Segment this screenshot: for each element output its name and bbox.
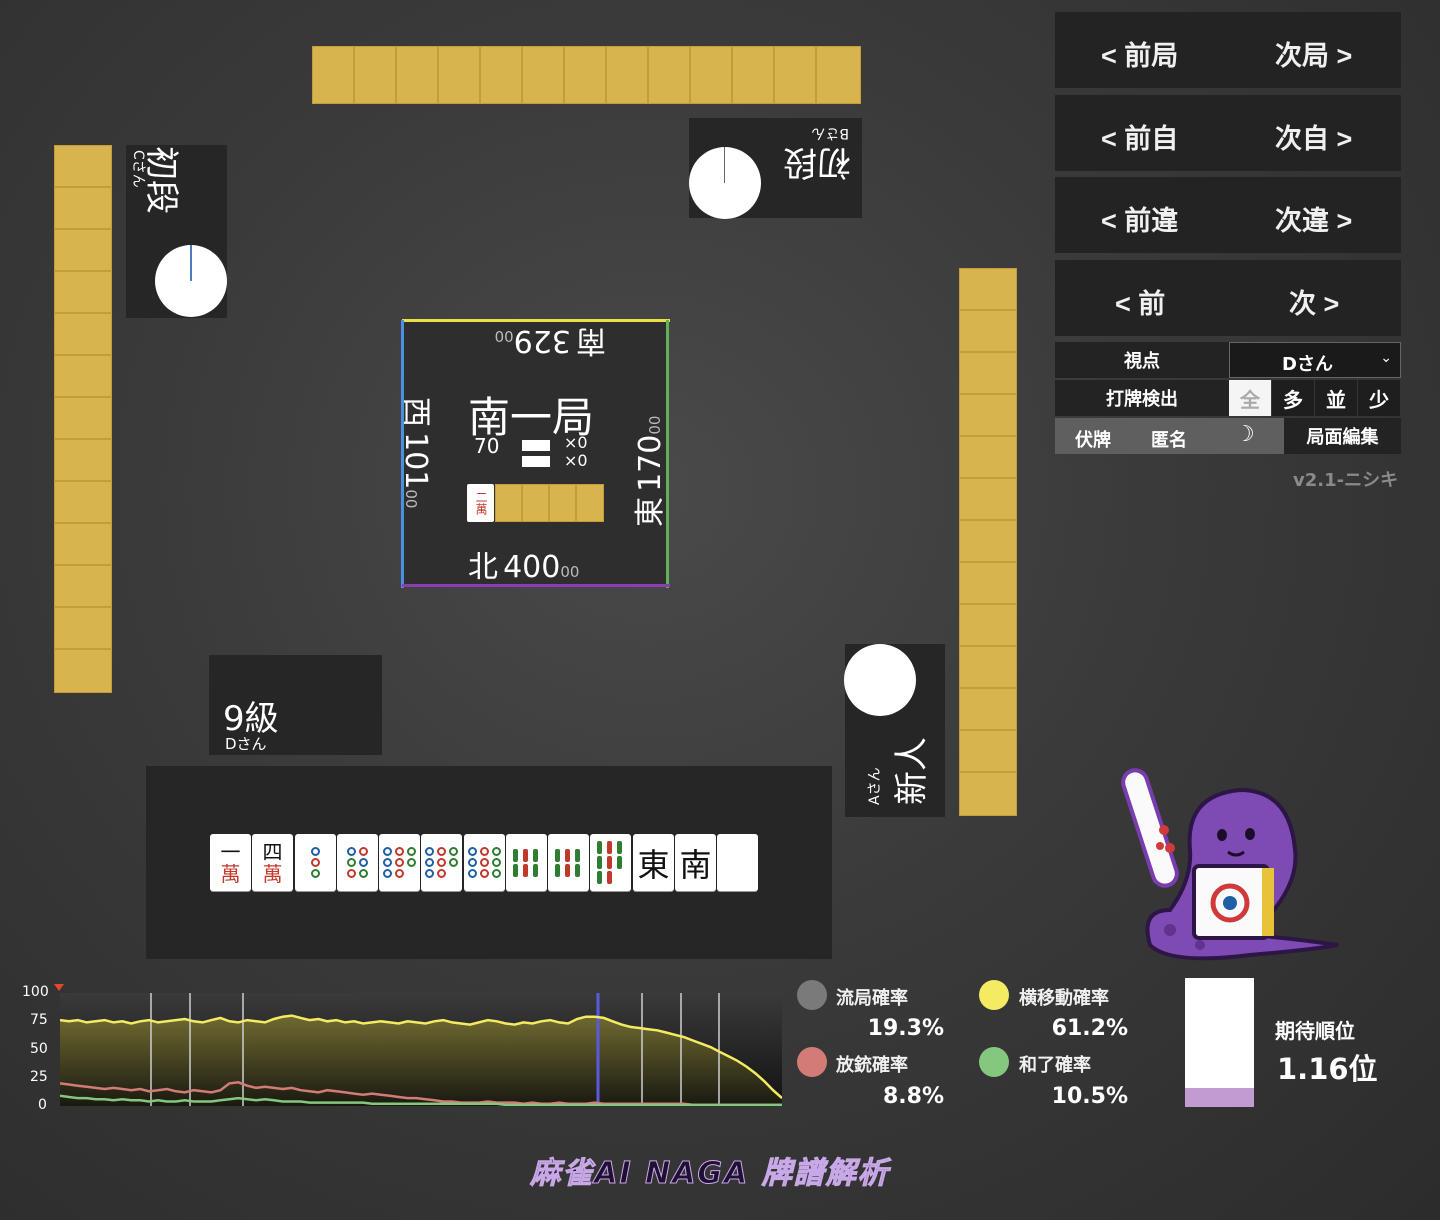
prev-self-button[interactable]: < 前自 bbox=[1101, 117, 1178, 156]
prev-round-button[interactable]: < 前局 bbox=[1101, 34, 1178, 73]
player-left-avatar bbox=[155, 245, 227, 317]
next-diff-button[interactable]: 次違 > bbox=[1275, 199, 1352, 238]
player-self-panel: 9級 Dさん bbox=[209, 655, 382, 755]
south-seat-border bbox=[402, 319, 670, 322]
y-tick-label: 25 bbox=[30, 1069, 48, 1085]
nav-round: < 前局 次局 > bbox=[1055, 12, 1401, 88]
hand-tile[interactable]: 四萬 bbox=[252, 834, 293, 891]
dead-wall-tile bbox=[495, 484, 522, 522]
round-info-panel: 南 32900 西 10100 東 17000 北 40000 南一局 70 ×… bbox=[398, 320, 668, 586]
toggle-row: 伏牌 匿名 ☽ 局面編集 bbox=[1055, 418, 1401, 454]
player-top-rank: 初段 bbox=[783, 142, 851, 182]
honba-count: 70 bbox=[474, 434, 500, 458]
detect-option-normal[interactable]: 並 bbox=[1315, 380, 1357, 416]
score-south: 南 32900 bbox=[494, 323, 606, 358]
y-tick-label: 100 bbox=[22, 984, 49, 1000]
north-seat-border bbox=[402, 584, 670, 587]
player-left-name: Cさん bbox=[130, 150, 146, 188]
detect-option-all[interactable]: 全 bbox=[1229, 380, 1271, 416]
y-tick-label: 50 bbox=[30, 1041, 48, 1057]
player-right-name: Aさん bbox=[867, 767, 883, 805]
player-top-avatar bbox=[689, 147, 761, 219]
next-button[interactable]: 次 > bbox=[1289, 282, 1339, 321]
viewpoint-label: 視点 bbox=[1055, 342, 1229, 378]
prev-button[interactable]: < 前 bbox=[1115, 282, 1165, 321]
expected-rank-bar bbox=[1185, 978, 1254, 1107]
score-west: 西 10100 bbox=[398, 397, 433, 509]
next-self-button[interactable]: 次自 > bbox=[1275, 117, 1352, 156]
anonymous-toggle[interactable]: 匿名 bbox=[1151, 426, 1187, 452]
houju-dot bbox=[797, 1047, 827, 1077]
score-east: 東 17000 bbox=[633, 415, 668, 527]
y-tick-label: 75 bbox=[30, 1012, 48, 1028]
hand-tile[interactable] bbox=[548, 834, 589, 891]
player-self-name: Dさん bbox=[225, 735, 267, 753]
hand-tile[interactable] bbox=[464, 834, 505, 891]
y-tick-label: 0 bbox=[38, 1097, 47, 1113]
next-round-button[interactable]: 次局 > bbox=[1275, 34, 1352, 73]
player-right-rank: 新人 bbox=[892, 737, 932, 805]
player-left-panel: 初段 Cさん bbox=[126, 145, 227, 318]
detect-label: 打牌検出 bbox=[1055, 380, 1229, 416]
detect-row: 打牌検出 全 多 並 少 bbox=[1055, 380, 1401, 416]
yoko-dot bbox=[979, 980, 1009, 1010]
hora-value: 10.5% bbox=[1051, 1084, 1128, 1109]
edit-board-button[interactable]: 局面編集 bbox=[1284, 418, 1401, 454]
yoko-value: 61.2% bbox=[1051, 1016, 1128, 1041]
yoko-label: 横移動確率 bbox=[1019, 988, 1109, 1009]
dead-wall-tile bbox=[522, 484, 549, 522]
hand-tile[interactable]: 一萬 bbox=[210, 834, 251, 891]
expected-rank-label: 期待順位 bbox=[1275, 1019, 1355, 1043]
viewpoint-row: 視点 Dさん ⌄ bbox=[1055, 342, 1401, 378]
chevron-down-icon: ⌄ bbox=[1380, 350, 1392, 366]
ryukyoku-value: 19.3% bbox=[867, 1016, 944, 1041]
dead-wall-tile bbox=[576, 484, 604, 522]
viewpoint-value: Dさん bbox=[1282, 354, 1333, 375]
viewpoint-select[interactable]: Dさん ⌄ bbox=[1229, 342, 1401, 378]
hand-tile[interactable]: 東 bbox=[633, 834, 674, 891]
player-top-panel: Bさん 初段 bbox=[689, 118, 862, 219]
version-label: v2.1-ニシキ bbox=[1293, 470, 1399, 491]
dora-indicator-tile: 二萬 bbox=[467, 484, 494, 522]
hand-tile[interactable] bbox=[717, 834, 758, 891]
hand-tile[interactable]: 南 bbox=[675, 834, 716, 891]
player-right-panel: 新人 Aさん bbox=[844, 644, 945, 817]
expected-rank-fill bbox=[1185, 1087, 1254, 1107]
player-right-avatar bbox=[844, 644, 916, 716]
hand-tile[interactable] bbox=[590, 834, 631, 891]
east-seat-border bbox=[666, 320, 669, 588]
detect-option-many[interactable]: 多 bbox=[1272, 380, 1314, 416]
hand-tile[interactable] bbox=[506, 834, 547, 891]
current-marker-icon bbox=[54, 984, 64, 991]
expected-rank-value: 1.16位 bbox=[1277, 1052, 1378, 1086]
houju-label: 放銃確率 bbox=[836, 1055, 908, 1076]
hora-label: 和了確率 bbox=[1019, 1055, 1091, 1076]
houju-value: 8.8% bbox=[882, 1084, 944, 1109]
detect-option-few[interactable]: 少 bbox=[1358, 380, 1400, 416]
hand-tile[interactable] bbox=[295, 834, 336, 891]
hide-tiles-toggle[interactable]: 伏牌 bbox=[1075, 426, 1111, 452]
probability-chart: 100 75 50 25 0 bbox=[10, 980, 790, 1113]
prev-diff-button[interactable]: < 前違 bbox=[1101, 199, 1178, 238]
hand-tile[interactable] bbox=[421, 834, 462, 891]
naga-mascot-icon bbox=[1121, 768, 1339, 961]
hand-tile[interactable] bbox=[337, 834, 378, 891]
riichi-sticks-bottom: ×0 bbox=[564, 451, 588, 470]
riichi-sticks-top: ×0 bbox=[564, 433, 588, 452]
nav-self: < 前自 次自 > bbox=[1055, 95, 1401, 171]
ryukyoku-label: 流局確率 bbox=[836, 988, 908, 1009]
hand-tile[interactable] bbox=[379, 834, 420, 891]
west-seat-border bbox=[401, 320, 404, 588]
nav-diff: < 前違 次違 > bbox=[1055, 177, 1401, 253]
honba-stick-icon bbox=[522, 440, 550, 468]
nav-step: < 前 次 > bbox=[1055, 260, 1401, 336]
naga-logo: 麻雀AI NAGA 牌譜解析 bbox=[530, 1156, 890, 1192]
score-north: 北 40000 bbox=[468, 550, 580, 585]
hora-dot bbox=[979, 1047, 1009, 1077]
moon-icon[interactable]: ☽ bbox=[1235, 422, 1255, 447]
chart-plot bbox=[60, 993, 782, 1106]
dead-wall-tile bbox=[549, 484, 576, 522]
ryukyoku-dot bbox=[797, 980, 827, 1010]
